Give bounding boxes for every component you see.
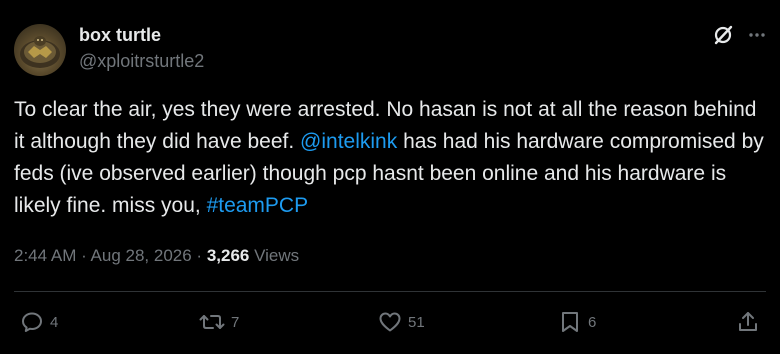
author-name[interactable]: box turtle	[79, 24, 161, 46]
like-count: 51	[408, 313, 425, 331]
mention-link[interactable]: @intelkink	[300, 130, 397, 153]
reply-button[interactable]: 4	[20, 310, 58, 334]
views-label: Views	[249, 246, 300, 265]
grok-button[interactable]	[712, 24, 734, 46]
meta-separator: ·	[191, 246, 207, 265]
tweet-date[interactable]: Aug 28, 2026	[91, 246, 192, 265]
like-button[interactable]: 51	[378, 310, 425, 334]
hashtag-link[interactable]: #teamPCP	[207, 194, 309, 217]
tweet-time[interactable]: 2:44 AM	[14, 246, 76, 265]
divider	[14, 291, 766, 292]
heart-icon	[379, 312, 401, 332]
reply-icon	[22, 312, 42, 332]
share-button[interactable]	[736, 310, 760, 334]
header-actions	[712, 24, 766, 46]
share-icon	[739, 312, 757, 331]
meta-separator: ·	[76, 246, 91, 265]
reply-count: 4	[50, 313, 59, 331]
bookmark-count: 6	[588, 313, 597, 331]
more-icon	[749, 33, 765, 37]
tweet-card: box turtle @xploitrsturtle2 To clear the…	[0, 0, 780, 354]
avatar[interactable]	[14, 24, 66, 76]
tweet-meta: 2:44 AM · Aug 28, 2026 · 3,266 Views	[14, 244, 299, 268]
repost-icon	[199, 315, 225, 329]
repost-button[interactable]: 7	[199, 310, 239, 334]
author-handle[interactable]: @xploitrsturtle2	[79, 50, 204, 72]
turtle-avatar-icon	[20, 36, 60, 68]
views-count: 3,266	[206, 246, 250, 265]
bookmark-icon	[562, 312, 578, 332]
grok-icon	[714, 25, 733, 45]
repost-count: 7	[231, 313, 240, 331]
bookmark-button[interactable]: 6	[558, 310, 596, 334]
tweet-text: To clear the air, yes they were arrested…	[14, 94, 766, 222]
more-button[interactable]	[748, 32, 766, 38]
